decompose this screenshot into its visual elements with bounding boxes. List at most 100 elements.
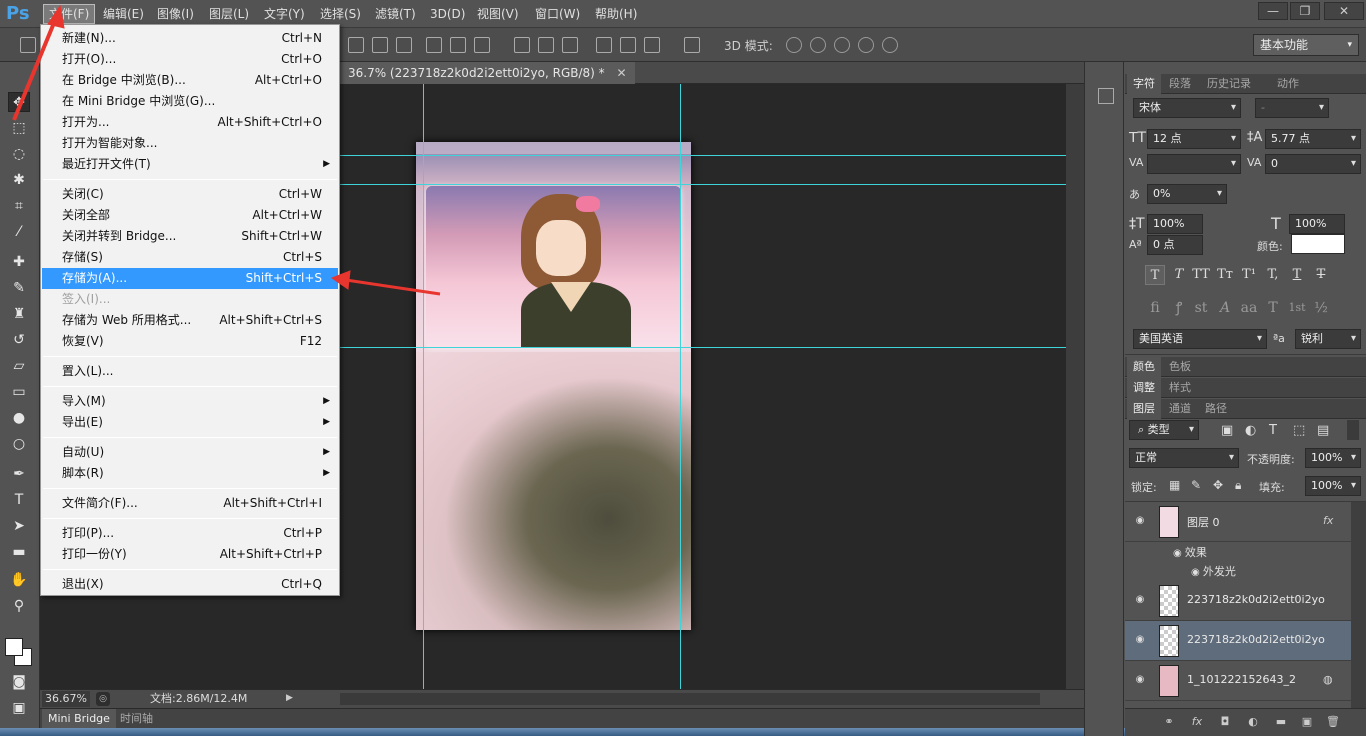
font-family-select[interactable]: 宋体	[1133, 98, 1241, 118]
align-hcenter-icon[interactable]	[450, 37, 466, 53]
filter-adjustment-icon[interactable]: ◐	[1245, 423, 1256, 438]
filter-shape-icon[interactable]: ⬚	[1293, 423, 1305, 438]
menu-image[interactable]: 图像(I)	[152, 4, 199, 24]
outer-glow-row[interactable]: ◉ 外发光	[1191, 563, 1236, 579]
fill-input[interactable]: 100%	[1305, 476, 1361, 496]
tab-layers[interactable]: 图层	[1127, 399, 1161, 419]
eyedropper-tool-icon[interactable]: ⁄	[8, 222, 30, 242]
document-canvas[interactable]	[416, 142, 691, 630]
align-top-icon[interactable]	[348, 37, 364, 53]
file-menu-item[interactable]: 导出(E) ▶	[42, 412, 338, 433]
zoom-tool-icon[interactable]: ⚲	[8, 596, 30, 616]
blend-mode-select[interactable]: 正常	[1129, 448, 1239, 468]
ligatures-button[interactable]: fi	[1145, 298, 1165, 318]
layer-row[interactable]: ◉ 223718z2k0d2i2ett0i2yo	[1125, 581, 1351, 621]
tab-mini-bridge[interactable]: Mini Bridge	[42, 709, 116, 729]
lock-image-icon[interactable]: ✎	[1191, 478, 1201, 492]
add-layer-style-icon[interactable]: fx	[1189, 715, 1205, 729]
distribute-vcenter-icon[interactable]	[538, 37, 554, 53]
panel-toggle-icon[interactable]	[1098, 88, 1114, 104]
document-tab[interactable]: 36.7% (223718z2k0d2i2ett0i2yo, RGB/8) * …	[340, 62, 635, 84]
close-button[interactable]: ✕	[1324, 2, 1364, 20]
hand-tool-icon[interactable]: ✋	[8, 570, 30, 590]
subscript-button[interactable]: T,	[1263, 265, 1283, 285]
discretionary-ligatures-button[interactable]: st	[1191, 298, 1211, 318]
file-menu-item[interactable]: 脚本(R) ▶	[42, 463, 338, 484]
distribute-right-icon[interactable]	[644, 37, 660, 53]
file-menu-item[interactable]: 关闭(C) Ctrl+W	[42, 184, 338, 205]
file-menu-item[interactable]: 打印(P)... Ctrl+P	[42, 523, 338, 544]
screen-mode-icon[interactable]: ▣	[8, 698, 30, 718]
marquee-tool-icon[interactable]: ⬚	[8, 118, 30, 138]
stylistic-alternates-button[interactable]: aa	[1239, 298, 1259, 318]
distribute-top-icon[interactable]	[514, 37, 530, 53]
magic-wand-tool-icon[interactable]: ✱	[8, 170, 30, 190]
text-color-swatch[interactable]	[1291, 234, 1345, 254]
menu-filter[interactable]: 滤镜(T)	[370, 4, 421, 24]
dodge-tool-icon[interactable]: ○	[8, 434, 30, 454]
visibility-eye-icon[interactable]: ◉	[1133, 594, 1147, 606]
menu-help[interactable]: 帮助(H)	[590, 4, 642, 24]
visibility-eye-icon[interactable]: ◉	[1133, 634, 1147, 646]
type-tool-icon[interactable]: T	[8, 490, 30, 510]
filter-pixel-icon[interactable]: ▣	[1221, 423, 1233, 438]
distribute-left-icon[interactable]	[596, 37, 612, 53]
file-menu-item[interactable]: 在 Mini Bridge 中浏览(G)...	[42, 91, 338, 112]
all-caps-button[interactable]: TT	[1191, 265, 1211, 285]
tab-history[interactable]: 历史记录	[1201, 74, 1257, 94]
3d-slide-icon[interactable]	[858, 37, 874, 53]
file-menu-item[interactable]: 打开为智能对象...	[42, 133, 338, 154]
tab-character[interactable]: 字符	[1127, 74, 1161, 94]
minimize-button[interactable]: —	[1258, 2, 1288, 20]
horizontal-scale-input[interactable]: 100%	[1289, 214, 1345, 234]
layer-effects-icon[interactable]: fx	[1323, 514, 1333, 527]
tab-channels[interactable]: 通道	[1163, 399, 1197, 419]
lock-position-icon[interactable]: ✥	[1213, 478, 1223, 492]
file-menu-item[interactable]: 关闭全部 Alt+Ctrl+W	[42, 205, 338, 226]
menu-3d[interactable]: 3D(D)	[425, 4, 470, 24]
menu-edit[interactable]: 编辑(E)	[98, 4, 149, 24]
vertical-scrollbar[interactable]	[1066, 84, 1084, 689]
faux-italic-button[interactable]: T	[1169, 265, 1189, 285]
superscript-button[interactable]: T¹	[1239, 265, 1259, 285]
tab-timeline[interactable]: 时间轴	[114, 709, 159, 729]
font-style-select[interactable]: -	[1255, 98, 1329, 118]
lasso-tool-icon[interactable]: ◌	[8, 144, 30, 164]
file-menu-item[interactable]: 新建(N)... Ctrl+N	[42, 28, 338, 49]
restore-button[interactable]: ❐	[1290, 2, 1320, 20]
path-selection-tool-icon[interactable]: ➤	[8, 516, 30, 536]
menu-layer[interactable]: 图层(L)	[204, 4, 254, 24]
gradient-tool-icon[interactable]: ▭	[8, 382, 30, 402]
tab-actions[interactable]: 动作	[1271, 74, 1305, 94]
crop-tool-icon[interactable]: ⌗	[8, 196, 30, 216]
ordinals-button[interactable]: 1st	[1287, 298, 1307, 318]
filter-smart-object-icon[interactable]: ▤	[1317, 423, 1329, 438]
new-group-icon[interactable]: ▬	[1273, 715, 1289, 729]
tab-color[interactable]: 颜色	[1127, 357, 1161, 377]
file-menu-item[interactable]: 文件简介(F)... Alt+Shift+Ctrl+I	[42, 493, 338, 514]
distribute-hcenter-icon[interactable]	[620, 37, 636, 53]
strikethrough-button[interactable]: T	[1311, 265, 1331, 285]
layer-row[interactable]: ◉ 1_101222152643_2 ◍	[1125, 661, 1351, 701]
small-caps-button[interactable]: Tт	[1215, 265, 1235, 285]
status-menu-arrow-icon[interactable]: ▶	[286, 693, 293, 703]
menu-select[interactable]: 选择(S)	[315, 4, 366, 24]
move-tool-icon[interactable]: ✥	[8, 92, 30, 112]
quick-mask-icon[interactable]: ◙	[8, 672, 30, 692]
tab-paths[interactable]: 路径	[1199, 399, 1233, 419]
foreground-color-swatch[interactable]	[5, 638, 23, 656]
workspace-select[interactable]: 基本功能 ▾	[1253, 34, 1359, 56]
clone-stamp-tool-icon[interactable]: ♜	[8, 304, 30, 324]
file-menu-item[interactable]: 存储为 Web 所用格式... Alt+Shift+Ctrl+S	[42, 310, 338, 331]
language-select[interactable]: 美国英语	[1133, 329, 1267, 349]
antialias-select[interactable]: 锐利	[1295, 329, 1361, 349]
rectangle-tool-icon[interactable]: ▬	[8, 542, 30, 562]
new-adjustment-layer-icon[interactable]: ◐	[1245, 715, 1261, 729]
align-right-icon[interactable]	[474, 37, 490, 53]
file-menu-item[interactable]: 存储(S) Ctrl+S	[42, 247, 338, 268]
file-menu-item[interactable]: 打开(O)... Ctrl+O	[42, 49, 338, 70]
move-tool-preset-icon[interactable]	[20, 37, 36, 53]
horizontal-scrollbar[interactable]	[340, 693, 1040, 705]
auto-align-icon[interactable]	[684, 37, 700, 53]
fractions-button[interactable]: ½	[1311, 298, 1331, 318]
